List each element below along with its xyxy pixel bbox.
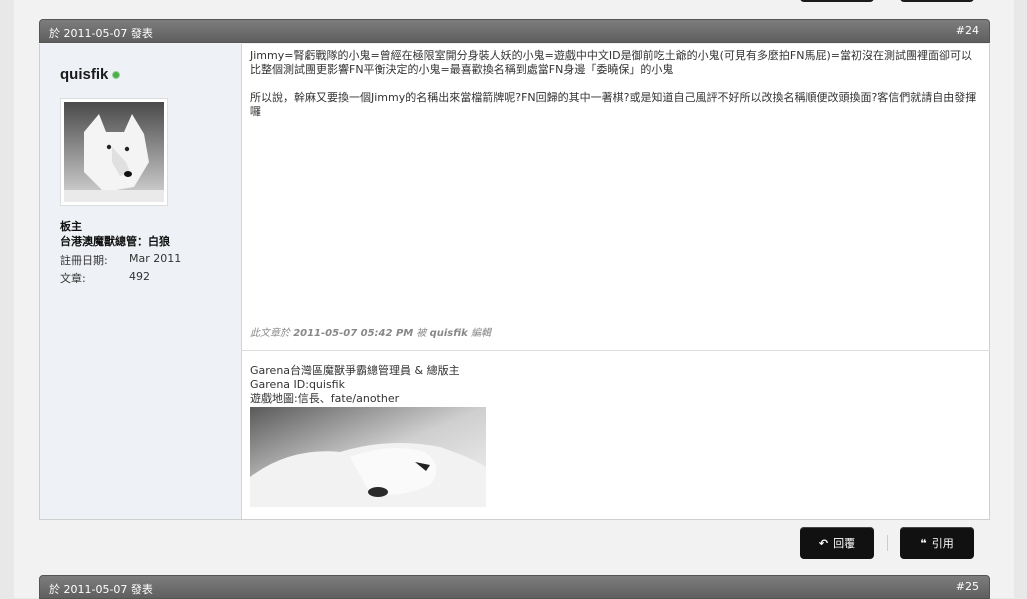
quote-marks-icon: ❝	[920, 536, 927, 550]
wolf-avatar-image	[64, 102, 164, 202]
signature: Garena台灣區魔獸爭霸總管理員 & 總版主 Garena ID:quisfi…	[250, 364, 460, 406]
post-count-value: 492	[129, 270, 150, 283]
post-paragraph-1: Jimmy=腎虧戰隊的小鬼=曾經在極限室開分身裝人妖的小鬼=遊戲中中文ID是御前…	[250, 49, 972, 76]
quote-button-label: 引用	[931, 537, 954, 550]
previous-post-actions	[14, 0, 1014, 12]
previous-reply-button[interactable]	[800, 0, 874, 2]
user-info-panel: quisfik 板主 台港澳魔獸總管：白狼 註冊日期: Mar 2011 文章:…	[40, 44, 242, 519]
edit-note-prefix: 此文章於	[250, 328, 294, 339]
edit-note-time: 2011-05-07 05:42 PM	[293, 328, 414, 339]
signature-wolf-image	[250, 407, 486, 507]
reply-button[interactable]: ↶ 回覆	[800, 527, 874, 559]
user-rank-title: 板主	[60, 220, 82, 233]
user-rank-subtitle: 台港澳魔獸總管：白狼	[60, 235, 170, 248]
signature-line-1: Garena台灣區魔獸爭霸總管理員 & 總版主	[250, 364, 460, 377]
avatar[interactable]	[60, 98, 168, 206]
reply-arrow-icon: ↶	[818, 536, 829, 550]
forum-page: 於 2011-05-07 發表 #24 quisfik 板主 台港澳魔獸總管：白…	[14, 0, 1014, 599]
username-text[interactable]: quisfik	[60, 66, 108, 83]
username-link[interactable]: quisfik	[60, 66, 121, 83]
signature-line-3: 遊戲地圖:信長、fate/another	[250, 392, 400, 405]
online-status-icon	[112, 71, 121, 80]
post-header: 於 2011-05-07 發表 #24	[39, 19, 990, 43]
previous-quote-button[interactable]	[900, 0, 974, 2]
join-date-label: 註冊日期:	[60, 254, 108, 267]
next-post-header: 於 2011-05-07 發表 #25	[39, 575, 990, 599]
signature-divider	[241, 350, 990, 351]
join-date-value: Mar 2011	[129, 252, 182, 265]
post-content: Jimmy=腎虧戰隊的小鬼=曾經在極限室開分身裝人妖的小鬼=遊戲中中文ID是御前…	[250, 49, 980, 133]
post-count-label: 文章:	[60, 272, 86, 285]
post-number-link[interactable]: #24	[956, 24, 979, 37]
post-body: quisfik 板主 台港澳魔獸總管：白狼 註冊日期: Mar 2011 文章:…	[39, 44, 990, 520]
post-paragraph-2: 所以說，幹麻又要換一個Jimmy的名稱出來當檔箭牌呢?FN回歸的其中一著棋?或是…	[250, 91, 977, 118]
post-count-row: 文章: 492	[60, 270, 150, 286]
edit-note: 此文章於 2011-05-07 05:42 PM 被 quisfik 編輯	[250, 324, 491, 339]
button-divider	[887, 535, 888, 551]
edit-note-suffix: 編輯	[467, 328, 491, 339]
next-post-date: 於 2011-05-07 發表	[49, 583, 153, 596]
signature-line-2: Garena ID:quisfik	[250, 378, 345, 391]
quote-button[interactable]: ❝ 引用	[900, 527, 974, 559]
next-post-number-link[interactable]: #25	[956, 580, 979, 593]
join-date-row: 註冊日期: Mar 2011	[60, 252, 181, 268]
post-date: 於 2011-05-07 發表	[49, 27, 153, 40]
edit-note-user: quisfik	[429, 328, 468, 339]
edit-note-mid: 被	[413, 328, 430, 339]
reply-button-label: 回覆	[833, 537, 856, 550]
